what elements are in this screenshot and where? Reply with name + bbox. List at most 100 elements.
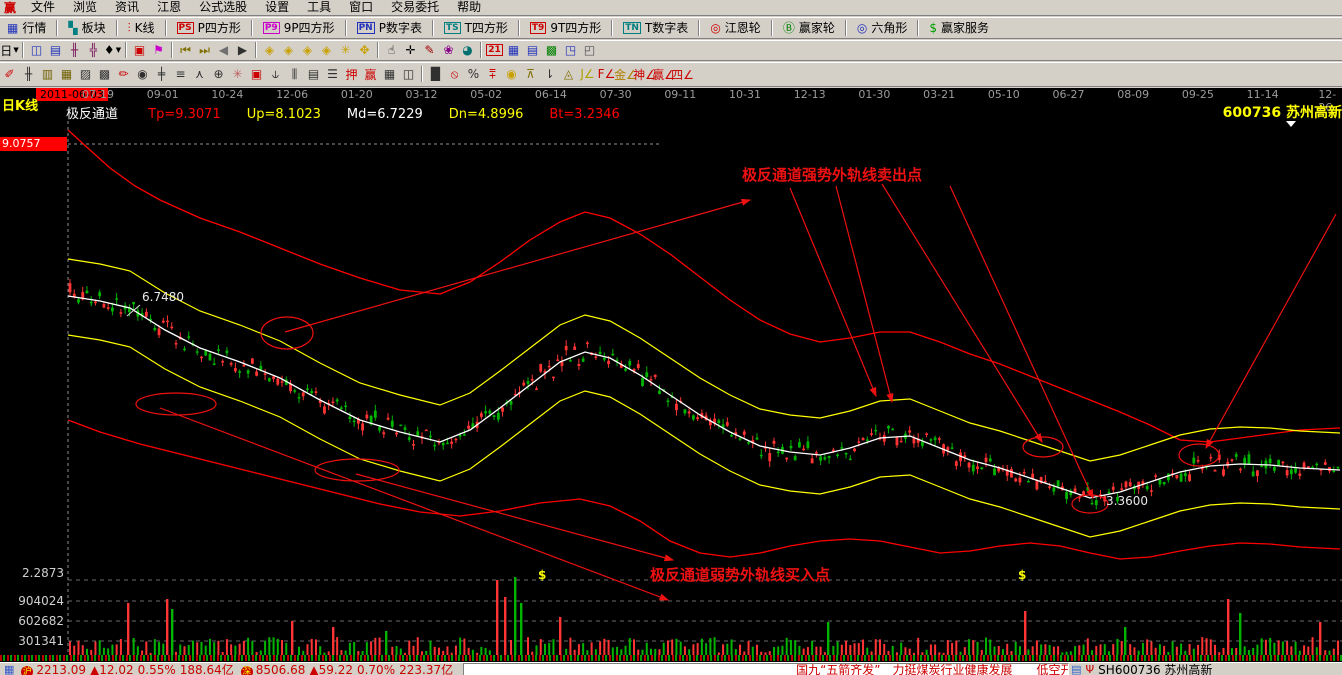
toolbar-separator xyxy=(611,20,613,36)
toolbar-button-p-digit-table[interactable]: PNP数字表 xyxy=(350,18,429,37)
toolbar-button-winner-service[interactable]: $赢家服务 xyxy=(922,18,996,37)
draw-win-tool[interactable]: 赢 xyxy=(361,65,380,83)
link-icon[interactable]: ▤ xyxy=(1071,663,1081,675)
menu-item-gann[interactable]: 江恩 xyxy=(148,0,190,14)
tool-quote-list[interactable]: ▤ xyxy=(523,41,542,59)
tool-annotate-tool[interactable]: ✎ xyxy=(420,41,439,59)
menu-item-formula-pick[interactable]: 公式选股 xyxy=(190,0,256,14)
brush-tool-icon: ✏ xyxy=(118,67,128,81)
draw-brush-tool[interactable]: ✏ xyxy=(114,65,133,83)
toolbar-button-9t-square[interactable]: T99T四方形 xyxy=(523,18,608,37)
draw-gold-line-tool[interactable]: ⊼ xyxy=(521,65,540,83)
draw-star-tool[interactable]: ✳ xyxy=(228,65,247,83)
draw-percent-line-tool[interactable]: ⩱ xyxy=(483,65,502,83)
tool-bar-style-1[interactable]: ╫ xyxy=(65,41,84,59)
draw-split-tool[interactable]: ◫ xyxy=(399,65,418,83)
indicator-value: Md=6.7229 xyxy=(347,107,423,122)
tool-bar-style-2[interactable]: ╬ xyxy=(84,41,103,59)
draw-bars-tool[interactable]: ▐▌ xyxy=(426,65,445,83)
draw-ruler-tool[interactable]: ╪ xyxy=(152,65,171,83)
tool-hand-tool[interactable]: ☝ xyxy=(382,41,401,59)
draw-j-angle-tool[interactable]: J∠ xyxy=(578,65,597,83)
draw-target-tool[interactable]: ⊕ xyxy=(209,65,228,83)
bar-style-2-icon: ╬ xyxy=(90,43,97,57)
toolbar-button-winner-wheel[interactable]: Ⓑ赢家轮 xyxy=(776,18,842,37)
toolbar-button-quotes[interactable]: ▦行情 xyxy=(0,18,53,37)
tool-diamond-left[interactable]: ◈ xyxy=(260,41,279,59)
draw-percent-tool[interactable]: % xyxy=(464,65,483,83)
draw-grid-tool-4[interactable]: ▨ xyxy=(76,65,95,83)
toolbar-button-label: T数字表 xyxy=(645,19,688,36)
tool-region-select[interactable]: ▣ xyxy=(130,41,149,59)
draw-hline-tool[interactable]: ≡ xyxy=(171,65,190,83)
menu-item-news[interactable]: 资讯 xyxy=(106,0,148,14)
tool-system-window[interactable]: ◰ xyxy=(580,41,599,59)
star-tool-icon: ✳ xyxy=(232,67,242,81)
tool-color-flag[interactable]: ⚑ xyxy=(149,41,168,59)
tool-diamond-right[interactable]: ◈ xyxy=(279,41,298,59)
draw-grid-tool-1[interactable]: ╫ xyxy=(19,65,38,83)
toolbar-button-hexagon[interactable]: ◎六角形 xyxy=(850,18,915,37)
indicator-value: Bt=3.2346 xyxy=(549,107,619,122)
draw-gold-circle-tool[interactable]: ◉ xyxy=(502,65,521,83)
draw-grid-tool-2[interactable]: ▥ xyxy=(38,65,57,83)
draw-fork-tool[interactable]: ⫝ xyxy=(266,65,285,83)
menu-item-trade[interactable]: 交易委托 xyxy=(382,0,448,14)
tool-diamond-shrink[interactable]: ◈ xyxy=(317,41,336,59)
toolbar-button-p-square[interactable]: PSP四方形 xyxy=(170,18,248,37)
tool-diamond-expand[interactable]: ◈ xyxy=(298,41,317,59)
toolbar-button-label: T四方形 xyxy=(465,19,508,36)
draw-circle-tool[interactable]: ◉ xyxy=(133,65,152,83)
f-angle-tool-icon: F∠ xyxy=(598,67,616,81)
tool-flower-tool[interactable]: ❀ xyxy=(439,41,458,59)
draw-table-tool[interactable]: ▦ xyxy=(380,65,399,83)
menu-item-help[interactable]: 帮助 xyxy=(448,0,490,14)
draw-box-tool[interactable]: ▣ xyxy=(247,65,266,83)
draw-panel-tool[interactable]: ▤ xyxy=(304,65,323,83)
tool-candle-style[interactable]: ♦▼ xyxy=(103,41,122,59)
draw-no-tool[interactable]: ⦸ xyxy=(445,65,464,83)
tool-cycle-tool[interactable]: ◕ xyxy=(458,41,477,59)
draw-channel-tool[interactable]: ⫼ xyxy=(285,65,304,83)
tool-diamond-move[interactable]: ✥ xyxy=(355,41,374,59)
tool-chart-layout[interactable]: ◫ xyxy=(27,41,46,59)
toolbar-button-gann-wheel[interactable]: ◎江恩轮 xyxy=(703,18,768,37)
tool-period-day[interactable]: 日▼ xyxy=(0,41,19,59)
antenna-icon[interactable]: Ψ xyxy=(1086,663,1095,675)
tool-last-page[interactable]: ⏭ xyxy=(195,41,214,59)
menu-item-browse[interactable]: 浏览 xyxy=(64,0,106,14)
draw-four-angle-tool[interactable]: 四∠ xyxy=(673,65,692,83)
toolbar-button-sectors[interactable]: ▚板块 xyxy=(61,18,112,37)
draw-pen-tool[interactable]: ✐ xyxy=(0,65,19,83)
tool-prev-page[interactable]: ◀ xyxy=(214,41,233,59)
kline-chart[interactable]: 2.2873904024602682301341极反通道强势外轨线卖出点极反通道… xyxy=(0,88,1342,662)
tool-image-export[interactable]: ▩ xyxy=(542,41,561,59)
draw-grid-tool-3[interactable]: ▦ xyxy=(57,65,76,83)
menu-item-window[interactable]: 窗口 xyxy=(340,0,382,14)
draw-tri-tool[interactable]: ◬ xyxy=(559,65,578,83)
tool-first-page[interactable]: ⏮ xyxy=(176,41,195,59)
menu-item-file[interactable]: 文件 xyxy=(22,0,64,14)
chart-area[interactable]: 2011-06-03 07-1909-0110-2412-0601-2003-1… xyxy=(0,88,1342,662)
tool-report-list[interactable]: ▤ xyxy=(46,41,65,59)
menu-item-tools[interactable]: 工具 xyxy=(298,0,340,14)
toolbar-button-t-square[interactable]: TST四方形 xyxy=(437,18,515,37)
diamond-right-icon: ◈ xyxy=(284,43,293,57)
tool-calendar[interactable]: 21 xyxy=(485,41,504,59)
toolbar-button-kline[interactable]: ⫶K线 xyxy=(121,18,162,37)
tool-diamond-star[interactable]: ✳ xyxy=(336,41,355,59)
toolbar-button-9p-square[interactable]: P99P四方形 xyxy=(256,18,342,37)
tool-window-capture[interactable]: ◳ xyxy=(561,41,580,59)
draw-drop-tool[interactable]: ⇂ xyxy=(540,65,559,83)
tool-next-page[interactable]: ▶ xyxy=(233,41,252,59)
tool-crosshair-tool[interactable]: ✛ xyxy=(401,41,420,59)
draw-trigram-tool[interactable]: ☰ xyxy=(323,65,342,83)
toolbar-button-t-digit-table[interactable]: TNT数字表 xyxy=(616,18,695,37)
toolbar-separator xyxy=(917,20,919,36)
menu-item-settings[interactable]: 设置 xyxy=(256,0,298,14)
tool-calculator[interactable]: ▦ xyxy=(504,41,523,59)
draw-ya-tool[interactable]: 押 xyxy=(342,65,361,83)
draw-angle-tool[interactable]: ⋏ xyxy=(190,65,209,83)
grid-icon[interactable]: ▦ xyxy=(4,663,14,675)
draw-grid-tool-5[interactable]: ▩ xyxy=(95,65,114,83)
